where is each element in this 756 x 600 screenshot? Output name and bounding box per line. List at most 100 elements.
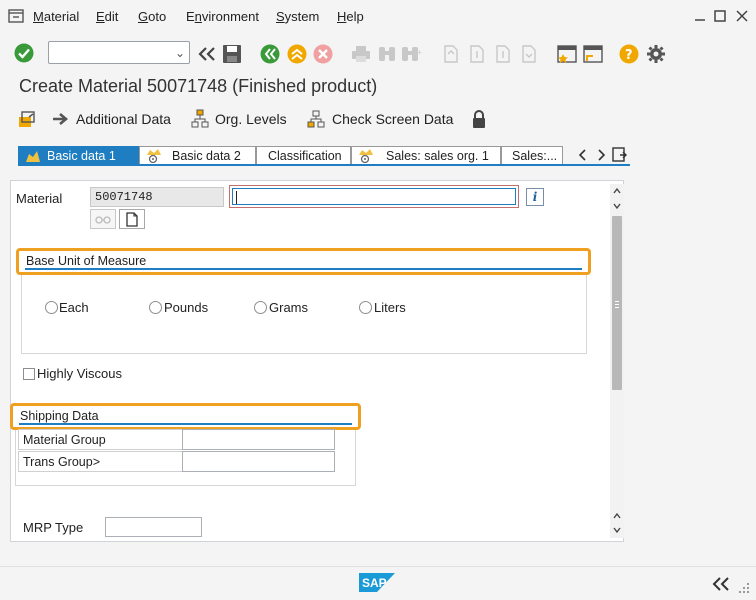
radio-pounds-label: Pounds xyxy=(164,300,209,315)
org-levels-button[interactable]: Org. Levels xyxy=(191,108,287,130)
trans-group-label: Trans Group> xyxy=(18,451,183,472)
base-uom-header-text: Base Unit of Measure xyxy=(25,253,582,270)
help-icon[interactable]: ? xyxy=(618,43,640,65)
scroll-up-bottom-icon[interactable] xyxy=(612,512,622,520)
document-icon xyxy=(126,211,138,227)
print-icon[interactable] xyxy=(350,43,372,65)
minimize-icon[interactable] xyxy=(694,10,706,22)
tab-basic-data-2[interactable]: Basic data 2 xyxy=(139,146,256,165)
command-field[interactable]: ⌄ xyxy=(48,41,190,64)
exit-icon[interactable] xyxy=(286,43,308,65)
mrp-type-field[interactable] xyxy=(105,517,202,537)
material-group-label: Material Group xyxy=(18,429,183,450)
back-double-chevron-icon[interactable] xyxy=(196,43,218,65)
material-label: Material xyxy=(16,191,63,206)
base-uom-group-header: Base Unit of Measure xyxy=(16,248,591,275)
switch-view-icon xyxy=(19,111,35,127)
find-icon[interactable] xyxy=(376,43,398,65)
material-description-field[interactable] xyxy=(229,185,519,208)
page-title: Create Material 50071748 (Finished produ… xyxy=(19,76,378,96)
radio-pounds[interactable] xyxy=(149,301,162,314)
tab-underline xyxy=(18,164,630,166)
switch-view-button[interactable] xyxy=(17,108,37,130)
radio-each-label: Each xyxy=(59,300,89,315)
collapse-double-chevron-icon[interactable] xyxy=(712,577,730,591)
resize-grip-icon[interactable] xyxy=(738,582,750,594)
content-panel xyxy=(10,180,624,542)
back-icon[interactable] xyxy=(259,43,281,65)
additional-data-label: Additional Data xyxy=(76,111,171,127)
shipping-header-text: Shipping Data xyxy=(19,408,352,425)
highly-viscous-checkbox[interactable] xyxy=(23,368,35,380)
material-group-field[interactable] xyxy=(182,429,335,450)
next-page-icon[interactable] xyxy=(492,43,514,65)
tab-label: Classification xyxy=(268,149,342,163)
radio-liters-label: Liters xyxy=(374,300,406,315)
tab-scroll-right-icon[interactable] xyxy=(596,148,606,162)
check-screen-data-label: Check Screen Data xyxy=(332,111,454,127)
lock-button[interactable] xyxy=(471,108,487,130)
menu-material[interactable]: Material xyxy=(33,9,79,24)
scroll-up-icon[interactable] xyxy=(612,187,622,195)
check-screen-data-button[interactable]: Check Screen Data xyxy=(306,108,453,130)
menu-environment[interactable]: Environment xyxy=(186,9,259,24)
chevron-down-icon[interactable]: ⌄ xyxy=(175,46,185,60)
vertical-scrollbar[interactable] xyxy=(610,184,624,538)
enter-icon[interactable] xyxy=(13,42,35,64)
menu-help[interactable]: Help xyxy=(337,9,364,24)
arrow-right-icon xyxy=(53,113,69,125)
maximize-icon[interactable] xyxy=(714,10,726,22)
radio-each[interactable] xyxy=(45,301,58,314)
tab-classification[interactable]: Classification xyxy=(256,146,351,165)
last-page-icon[interactable] xyxy=(518,43,540,65)
sap-logo-text: SAP xyxy=(362,576,387,590)
long-text-button[interactable] xyxy=(119,209,145,229)
menu-system[interactable]: System xyxy=(276,9,319,24)
tab-list-icon[interactable] xyxy=(612,147,628,163)
sap-logo: SAP xyxy=(359,573,395,592)
shipping-group-header: Shipping Data xyxy=(10,403,361,430)
menu-bar: Material Edit Goto Environment System He… xyxy=(0,0,756,34)
svg-text:+: + xyxy=(417,48,422,57)
check-data-icon xyxy=(307,110,325,128)
previous-page-icon[interactable] xyxy=(466,43,488,65)
org-hierarchy-icon xyxy=(191,109,209,128)
glasses-button[interactable] xyxy=(90,209,116,229)
find-next-icon[interactable]: + xyxy=(400,43,422,65)
info-icon: i xyxy=(532,190,538,204)
tab-label: Basic data 2 xyxy=(172,149,241,163)
menu-icon[interactable] xyxy=(8,9,24,23)
cancel-icon[interactable] xyxy=(312,43,334,65)
highly-viscous-label: Highly Viscous xyxy=(37,366,123,381)
menu-edit[interactable]: Edit xyxy=(96,9,118,24)
shortcut-icon[interactable] xyxy=(582,43,604,65)
new-session-icon[interactable] xyxy=(556,43,578,65)
tab-strip: Basic data 1 Basic data 2 Classification… xyxy=(18,146,630,166)
scroll-down-icon[interactable] xyxy=(612,526,622,534)
save-icon[interactable] xyxy=(221,43,243,65)
scroll-down-small-icon[interactable] xyxy=(612,202,622,210)
display-glasses-icon xyxy=(95,216,111,224)
menu-goto[interactable]: Goto xyxy=(138,9,166,24)
tab-sales-org-1[interactable]: Sales: sales org. 1 xyxy=(351,146,501,165)
settings-gear-icon[interactable] xyxy=(645,43,667,65)
info-button[interactable]: i xyxy=(526,188,544,206)
additional-data-button[interactable]: Additional Data xyxy=(52,108,171,130)
trans-group-field[interactable] xyxy=(182,451,335,472)
scrollbar-thumb[interactable] xyxy=(612,216,622,390)
tab-status-icon xyxy=(359,149,373,163)
radio-liters[interactable] xyxy=(359,301,372,314)
tab-scroll-left-icon[interactable] xyxy=(578,148,588,162)
radio-grams[interactable] xyxy=(254,301,267,314)
close-icon[interactable] xyxy=(736,10,748,22)
first-page-icon[interactable] xyxy=(440,43,462,65)
material-number-field: 50071748 xyxy=(90,187,224,207)
tab-status-icon xyxy=(26,151,40,162)
org-levels-label: Org. Levels xyxy=(215,111,287,127)
mrp-type-label: MRP Type xyxy=(23,520,84,535)
radio-grams-label: Grams xyxy=(269,300,308,315)
tab-label: Sales:... xyxy=(512,149,558,163)
tab-basic-data-1[interactable]: Basic data 1 xyxy=(18,146,139,165)
tab-sales-2[interactable]: Sales:... xyxy=(501,146,563,165)
tab-label: Basic data 1 xyxy=(47,149,116,163)
